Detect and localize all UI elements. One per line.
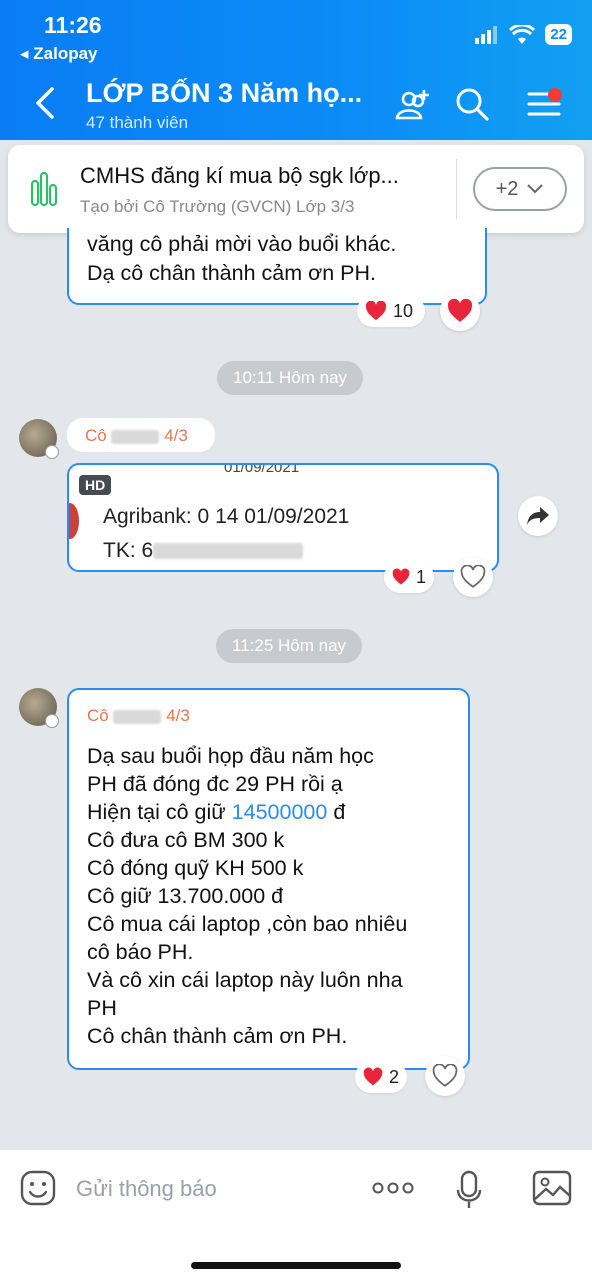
reaction-count: 1 [415, 566, 426, 587]
home-indicator [191, 1262, 401, 1269]
sender-name: Cô 4/3 [85, 426, 188, 446]
react-button[interactable] [440, 291, 480, 331]
sender-suffix: 4/3 [166, 706, 190, 725]
bank-logo [69, 503, 79, 539]
more-pinned-label: +2 [495, 177, 519, 200]
heart-icon [363, 1067, 383, 1086]
message-input[interactable]: Gửi thông báo [76, 1176, 217, 1202]
image-message[interactable]: 01/09/2021 HD Agribank: 0 14 01/09/2021 … [67, 463, 499, 572]
heart-icon [365, 301, 387, 321]
avatar-badge [45, 445, 59, 459]
heart-icon [392, 568, 410, 585]
poll-icon [30, 171, 58, 207]
message-line: Cô mua cái laptop ,còn bao nhiêu [87, 912, 408, 936]
message-line: Cô chân thành cảm ơn PH. [87, 1024, 348, 1048]
image-icon[interactable] [532, 1170, 572, 1206]
pinned-subtitle: Tạo bởi Cô Trường (GVCN) Lớp 3/3 [80, 197, 355, 216]
image-date: 01/09/2021 [224, 463, 300, 476]
message-bubble[interactable]: văng cô phải mời vào buổi khác. Dạ cô ch… [67, 228, 487, 305]
react-button[interactable] [453, 557, 493, 597]
hd-badge: HD [79, 475, 112, 495]
message-line: PH [87, 996, 117, 1020]
blurred-name [111, 429, 160, 444]
divider [456, 159, 457, 219]
avatar[interactable] [19, 419, 59, 459]
more-pinned-button[interactable]: +2 [473, 167, 567, 211]
back-arrow-icon[interactable] [34, 86, 56, 120]
message-body: Dạ sau buổi họp đầu năm học PH đã đóng đ… [87, 742, 407, 1050]
message-line: văng cô phải mời vào buổi khác. [87, 232, 397, 256]
heart-outline-icon [432, 1064, 458, 1087]
blurred-name [113, 709, 162, 724]
chevron-down-icon [527, 184, 544, 194]
battery-indicator: 22 [545, 24, 572, 45]
back-app-label: Zalopay [33, 44, 98, 63]
message-line: Dạ cô chân thành cảm ơn PH. [87, 261, 376, 285]
message-line: cô báo PH. [87, 940, 194, 964]
emoji-icon[interactable] [20, 1170, 56, 1206]
back-to-app[interactable]: ◂ Zalopay [20, 44, 98, 64]
sender-name: Cô 4/3 [87, 706, 190, 726]
microphone-icon[interactable] [456, 1170, 482, 1210]
account-prefix: TK: 6 [103, 539, 154, 562]
status-time: 11:26 [44, 12, 102, 38]
message-line: Cô đóng quỹ KH 500 k [87, 856, 304, 880]
message-line: Và cô xin cái laptop này luôn nha [87, 968, 403, 992]
image-text-line: Agribank: 0 14 01/09/2021 [103, 505, 350, 528]
forward-icon [527, 507, 549, 525]
pinned-message[interactable]: CMHS đăng kí mua bộ sgk lớp... Tạo bởi C… [8, 145, 584, 233]
menu-icon[interactable] [526, 86, 566, 122]
image-text-line: TK: 6 [103, 537, 304, 565]
message-line: PH đã đóng đc 29 PH rồi ạ [87, 772, 343, 796]
more-options-icon[interactable] [372, 1182, 414, 1194]
message-line: Cô giữ 13.700.000 đ [87, 884, 284, 908]
sender-tag: Cô 4/3 [67, 418, 215, 452]
message-line: Cô đưa cô BM 300 k [87, 828, 285, 852]
search-icon[interactable] [454, 86, 490, 122]
add-member-icon[interactable] [394, 86, 432, 124]
heart-outline-icon [460, 565, 486, 588]
time-separator: 11:25 Hôm nay [216, 629, 363, 663]
amount-unit: đ [333, 800, 346, 824]
sender-prefix: Cô [87, 706, 109, 725]
time-separator: 10:11 Hôm nay [217, 361, 364, 395]
message-line: Dạ sau buổi họp đầu năm học [87, 744, 374, 768]
member-count[interactable]: 47 thành viên [86, 113, 188, 133]
chat-header: 11:26 ◂ Zalopay 22 LỚP BỐN 3 Năm họ... 4… [0, 0, 592, 140]
message-bubble[interactable]: Cô 4/3 Dạ sau buổi họp đầu năm học PH đã… [67, 688, 470, 1070]
sender-suffix: 4/3 [164, 426, 188, 445]
react-button[interactable] [425, 1056, 465, 1096]
forward-button[interactable] [518, 496, 558, 536]
group-title[interactable]: LỚP BỐN 3 Năm họ... [86, 78, 362, 109]
sender-prefix: Cô [85, 426, 107, 445]
pinned-title: CMHS đăng kí mua bộ sgk lớp... [80, 163, 399, 188]
reaction-summary[interactable]: 10 [357, 295, 425, 327]
status-icons: 22 [475, 24, 572, 45]
reaction-summary[interactable]: 2 [355, 1061, 407, 1093]
blurred-account [153, 543, 304, 560]
signal-icon [475, 25, 498, 44]
heart-icon [447, 299, 473, 322]
amount-link[interactable]: 14500000 [232, 800, 328, 824]
reaction-summary[interactable]: 1 [384, 561, 434, 593]
reaction-count: 2 [388, 1066, 399, 1087]
wifi-icon [509, 24, 536, 44]
composer-bar: Gửi thông báo [0, 1150, 592, 1280]
message-text: Hiện tại cô giữ [87, 800, 226, 824]
avatar[interactable] [19, 688, 59, 728]
message-line: Hiện tại cô giữ 14500000 đ [87, 798, 407, 826]
reaction-count: 10 [393, 300, 414, 321]
avatar-badge [45, 714, 59, 728]
